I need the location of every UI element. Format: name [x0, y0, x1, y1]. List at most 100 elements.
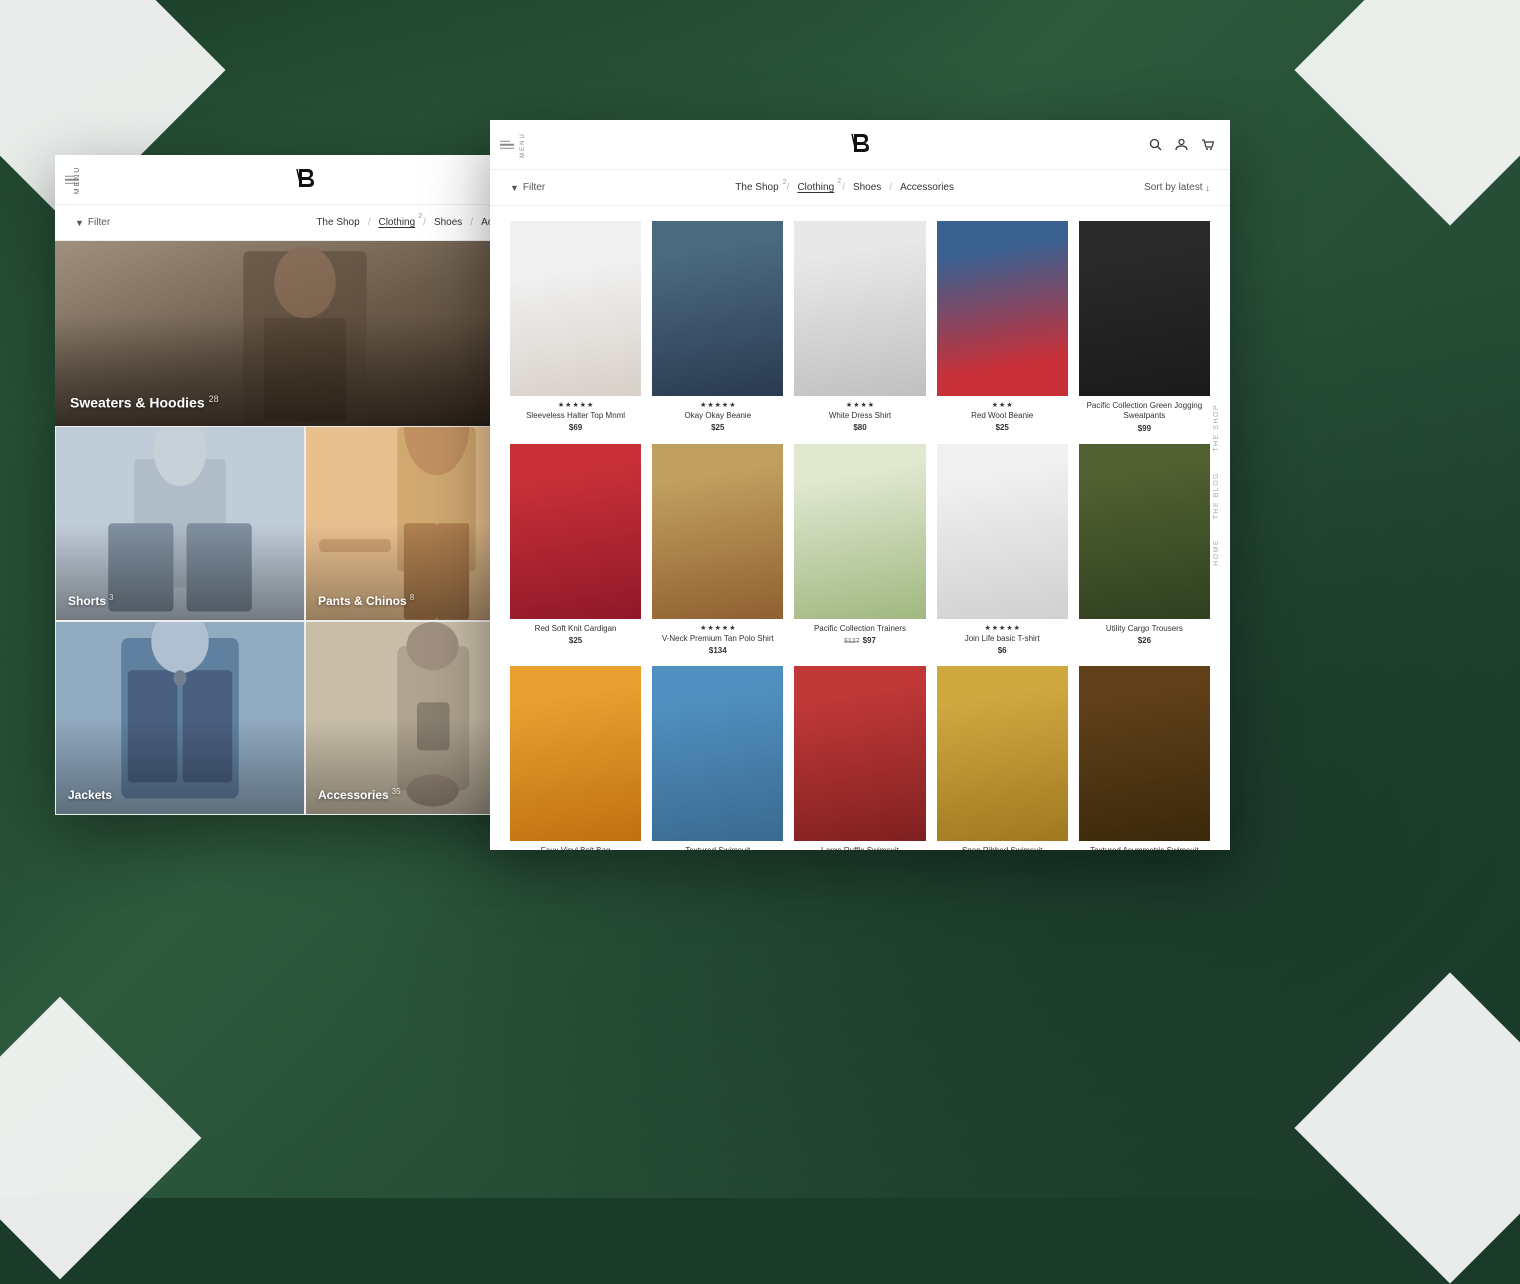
product-photo-0	[510, 221, 641, 396]
filter-label: Filter	[88, 217, 110, 228]
product-image-4	[1079, 221, 1210, 396]
product-price-7: $127$97	[794, 636, 925, 645]
cart-icon[interactable]	[1199, 137, 1215, 153]
product-name-12: Large Ruffle Swimsuit	[794, 846, 925, 850]
product-price-8: $6	[937, 646, 1068, 655]
filter-label: Filter	[523, 182, 545, 193]
product-image-6	[652, 444, 783, 619]
nav-sep: /	[787, 182, 790, 193]
right-side-label-home[interactable]: Home	[1213, 539, 1227, 566]
product-stars-2: ★★★★	[794, 401, 925, 409]
sort-icon: ↓	[1205, 183, 1210, 193]
product-image-13	[937, 666, 1068, 841]
right-logo	[849, 131, 871, 159]
nav-sep: /	[423, 217, 426, 228]
nav-sep: /	[368, 217, 371, 228]
menu-icon[interactable]	[500, 140, 514, 149]
product-card-4[interactable]: Pacific Collection Green Jogging Sweatpa…	[1074, 216, 1215, 438]
product-stars-3: ★★★	[937, 401, 1068, 409]
product-name-5: Red Soft Knit Cardigan	[510, 624, 641, 634]
product-price-2: $80	[794, 423, 925, 432]
product-photo-14	[1079, 666, 1210, 841]
product-card-11[interactable]: Textured Swimsuit$59	[647, 661, 788, 850]
category-jackets-label: Jackets	[68, 788, 112, 802]
hero-category[interactable]: Sweaters & Hoodies28	[55, 241, 555, 426]
product-image-14	[1079, 666, 1210, 841]
nav-sep: /	[842, 182, 845, 193]
right-nav-shop[interactable]: The Shop2	[735, 182, 778, 193]
product-name-11: Textured Swimsuit	[652, 846, 783, 850]
product-price-4: $99	[1079, 424, 1210, 433]
user-icon[interactable]	[1173, 137, 1189, 153]
product-image-8	[937, 444, 1068, 619]
product-photo-11	[652, 666, 783, 841]
right-nav-links: The Shop2 / Clothing / Shoes / Accessori…	[735, 182, 954, 193]
product-price-3: $25	[937, 423, 1068, 432]
product-image-12	[794, 666, 925, 841]
product-photo-10	[510, 666, 641, 841]
product-card-2[interactable]: ★★★★White Dress Shirt$80	[789, 216, 930, 438]
product-card-13[interactable]: Snap Ribbed Swimsuit$39	[932, 661, 1073, 850]
category-jackets[interactable]: Jackets	[55, 621, 305, 816]
right-side-nav: The Shop The Blog Home	[1210, 396, 1230, 574]
product-name-13: Snap Ribbed Swimsuit	[937, 846, 1068, 850]
category-grid: Shorts3 Pants & Chino	[55, 426, 555, 815]
product-card-8[interactable]: ★★★★★Join Life basic T-shirt$6	[932, 439, 1073, 660]
product-image-1	[652, 221, 783, 396]
product-card-12[interactable]: Large Ruffle Swimsuit$39	[789, 661, 930, 850]
product-image-5	[510, 444, 641, 619]
product-image-9	[1079, 444, 1210, 619]
right-side-label-blog[interactable]: The Blog	[1213, 472, 1227, 519]
product-card-6[interactable]: ★★★★★V-Neck Premium Tan Polo Shirt$134	[647, 439, 788, 660]
product-card-1[interactable]: ★★★★★Okay Okay Beanie$25	[647, 216, 788, 438]
category-shorts-label: Shorts3	[68, 593, 113, 608]
product-photo-6	[652, 444, 783, 619]
right-window: Menu ▼ Filter The Shop2 /	[490, 120, 1230, 850]
product-price-0: $69	[510, 423, 641, 432]
product-image-11	[652, 666, 783, 841]
product-card-14[interactable]: Textured Asymmetric Swimsuit$25	[1074, 661, 1215, 850]
nav-clothing[interactable]: Clothing	[378, 217, 415, 228]
product-card-10[interactable]: Faux Vinyl Belt Bag$13	[505, 661, 646, 850]
right-nav-clothing[interactable]: Clothing	[797, 182, 834, 193]
product-photo-1	[652, 221, 783, 396]
filter-icon: ▼	[75, 218, 84, 228]
nav-sep: /	[889, 182, 892, 193]
right-nav-accessories[interactable]: Accessories	[900, 182, 954, 193]
product-photo-5	[510, 444, 641, 619]
right-filter-button[interactable]: ▼ Filter	[510, 182, 545, 193]
product-name-10: Faux Vinyl Belt Bag	[510, 846, 641, 850]
product-image-3	[937, 221, 1068, 396]
right-side-label-shop[interactable]: The Shop	[1213, 404, 1227, 452]
right-nav: ▼ Filter The Shop2 / Clothing / Shoes / …	[490, 170, 1230, 206]
nav-the-shop[interactable]: The Shop	[316, 217, 359, 228]
left-content: Sweaters & Hoodies28	[55, 241, 555, 815]
product-card-5[interactable]: Red Soft Knit Cardigan$25	[505, 439, 646, 660]
left-window: Menu ▼ Filter The Shop / Clothing / Shoe…	[55, 155, 555, 815]
hero-label: Sweaters & Hoodies28	[70, 394, 219, 411]
product-card-0[interactable]: ★★★★★ Sleeveless Halter Top Mnml $69	[505, 216, 646, 438]
right-nav-shoes[interactable]: Shoes	[853, 182, 881, 193]
category-shorts-image	[56, 427, 304, 620]
filter-icon: ▼	[510, 183, 519, 193]
menu-text-label: Menu	[520, 132, 526, 158]
filter-button[interactable]: ▼ Filter	[75, 217, 110, 228]
product-name-0: Sleeveless Halter Top Mnml	[510, 411, 641, 421]
product-price-1: $25	[652, 423, 783, 432]
category-shorts[interactable]: Shorts3	[55, 426, 305, 621]
product-photo-2	[794, 221, 925, 396]
logo	[294, 166, 316, 194]
nav-shoes[interactable]: Shoes	[434, 217, 462, 228]
search-icon[interactable]	[1147, 137, 1163, 153]
product-image-0	[510, 221, 641, 396]
sort-label: Sort by latest	[1144, 182, 1202, 193]
product-name-7: Pacific Collection Trainers	[794, 624, 925, 634]
product-card-9[interactable]: Utility Cargo Trousers$26	[1074, 439, 1215, 660]
product-stars-0: ★★★★★	[510, 401, 641, 409]
menu-bar	[500, 147, 514, 149]
product-card-7[interactable]: Pacific Collection Trainers $127$97	[789, 439, 930, 660]
product-photo-7	[794, 444, 925, 619]
product-card-3[interactable]: ★★★Red Wool Beanie$25	[932, 216, 1073, 438]
sort-container[interactable]: Sort by latest ↓	[1144, 182, 1210, 193]
nav-sep: /	[470, 217, 473, 228]
